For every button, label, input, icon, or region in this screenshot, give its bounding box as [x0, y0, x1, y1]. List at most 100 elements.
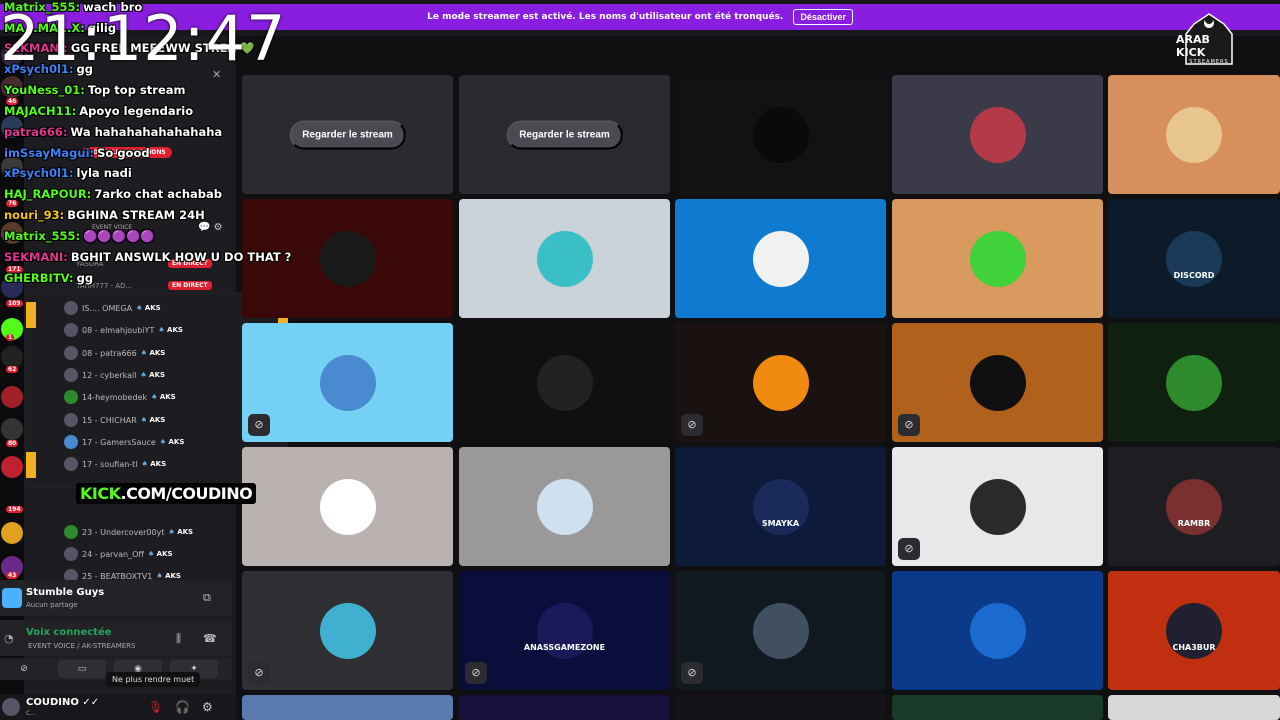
chat-message: SEKMANIBGHIT ANSWLK HOW U DO THAT ? — [4, 250, 291, 264]
participant-tile[interactable] — [892, 571, 1103, 690]
watch-stream-button[interactable]: Regarder le stream — [289, 120, 406, 149]
voice-member[interactable]: 23 - Undercover00ytAKS — [64, 523, 193, 541]
settings-gear-icon[interactable]: ⚙ — [202, 700, 213, 714]
participant-tile[interactable]: ⊘ — [675, 571, 886, 690]
video-off-icon[interactable]: ⊘ — [4, 660, 44, 678]
avatar[interactable] — [2, 698, 20, 716]
participant-tile[interactable]: ANASSGAMEZONE ⊘ — [459, 571, 670, 690]
chat-text: gg — [76, 271, 94, 285]
member-tag: AKS — [142, 460, 166, 468]
screen-share-button[interactable]: ▭ — [58, 660, 106, 678]
noise-suppression-icon[interactable]: ⫼ — [176, 632, 181, 646]
chat-message: HAJ_RAPOUR7arko chat achabab — [4, 187, 222, 201]
voice-member[interactable]: 15 - CHICHAR AKS — [64, 411, 165, 429]
participant-tile[interactable]: CHA3BUR — [1108, 571, 1280, 690]
participant-tile[interactable] — [892, 75, 1103, 194]
signal-icon[interactable]: ◔ — [4, 632, 14, 645]
participant-tile[interactable]: ⊘ — [892, 447, 1103, 566]
participant-tile[interactable] — [459, 695, 670, 720]
chat-message: imSsayMaguiSo good — [4, 146, 150, 160]
member-name: 12 - cyberkall — [82, 370, 137, 380]
voice-member[interactable]: 24 - parvan_Off AKS — [64, 545, 173, 563]
participant-tile[interactable] — [675, 199, 886, 318]
participant-tile[interactable] — [459, 199, 670, 318]
kick-channel-link: KICK.COM/COUDINO — [76, 483, 257, 504]
voice-connected-label[interactable]: Voix connectée — [26, 627, 112, 638]
participant-tile[interactable]: ⊘ — [242, 571, 453, 690]
avatar — [969, 602, 1026, 659]
watch-stream-button[interactable]: Regarder le stream — [506, 120, 623, 149]
kick-prefix: KICK — [80, 484, 121, 503]
participant-tile[interactable]: Regarder le stream — [459, 75, 670, 194]
chat-username: MAJACH11 — [4, 104, 76, 118]
participant-tile[interactable] — [675, 75, 886, 194]
chat-username: HAJ_RAPOUR — [4, 187, 91, 201]
avatar-caption: CHA3BUR — [1172, 643, 1216, 652]
participant-tile[interactable]: ⊘ — [242, 323, 453, 442]
screen-share-icon[interactable]: ⧉ — [203, 591, 211, 605]
disconnect-icon[interactable]: ☎ — [203, 632, 217, 645]
member-tag: AKS — [148, 550, 173, 558]
avatar — [64, 301, 78, 315]
participant-tile[interactable]: ⊘ — [675, 323, 886, 442]
participant-tile[interactable]: Regarder le stream — [242, 75, 453, 194]
mic-muted-icon[interactable]: 🎙 — [148, 700, 163, 714]
participant-tile[interactable] — [242, 695, 453, 720]
avatar — [64, 547, 78, 561]
muted-mic-icon: ⊘ — [681, 662, 703, 684]
voice-member[interactable]: 08 - patra666 AKS — [64, 344, 165, 362]
server-badge: 109 — [6, 300, 23, 307]
participant-tile[interactable] — [892, 199, 1103, 318]
chat-text: Apoyo legendario — [79, 104, 194, 118]
voice-member[interactable]: 14-heymobedekAKS — [64, 388, 176, 406]
member-tag: AKS — [156, 572, 181, 580]
participant-tile[interactable]: DISCORD — [1108, 199, 1280, 318]
server-icon[interactable] — [1, 456, 23, 478]
participant-tile[interactable] — [675, 695, 886, 720]
avatar — [969, 230, 1026, 287]
server-icon[interactable] — [1, 418, 23, 440]
voice-member[interactable]: 12 - cyberkallAKS — [64, 366, 165, 384]
participant-tile[interactable] — [459, 323, 670, 442]
activity-title: Stumble Guys — [26, 587, 105, 598]
chat-text: BGHIT ANSWLK HOW U DO THAT ? — [70, 250, 292, 264]
voice-member[interactable]: 08 - elmahjoubiYTAKS — [64, 321, 183, 339]
user-status: C... — [26, 710, 36, 717]
participant-tile[interactable] — [1108, 75, 1280, 194]
avatar — [752, 602, 809, 659]
member-tag: AKS — [168, 528, 193, 536]
disable-streamer-mode-button[interactable]: Désactiver — [793, 9, 853, 25]
voice-member[interactable]: 17 - soufian-tl AKS — [64, 455, 166, 473]
participant-tile[interactable] — [242, 447, 453, 566]
member-tag: AKS — [140, 371, 165, 379]
member-tag: AKS — [141, 349, 165, 357]
participant-tile[interactable] — [892, 695, 1103, 720]
channel-actions-icon[interactable]: 💬 ⚙ — [198, 222, 223, 233]
participant-tile[interactable]: RAMBR — [1108, 447, 1280, 566]
voice-member[interactable]: IS.... OMEGAAKS — [64, 299, 161, 317]
arab-kick-streamers-logo: ARAB KICK STREAMERS — [1176, 10, 1242, 66]
participant-tile[interactable] — [459, 447, 670, 566]
participant-tile[interactable]: ⊘ — [892, 323, 1103, 442]
participant-tile[interactable] — [1108, 323, 1280, 442]
chat-message: GHERBITVgg — [4, 271, 93, 285]
participant-tile[interactable] — [1108, 695, 1280, 720]
server-icon[interactable] — [1, 386, 23, 408]
server-icon[interactable] — [1, 346, 23, 368]
chat-text: So good — [97, 146, 150, 160]
user-panel: COUDINO ✓✓ C... 🎙 🎧 ⚙ — [0, 694, 236, 720]
chat-text: lyla nadi — [76, 166, 132, 180]
member-tag: AKS — [151, 393, 176, 401]
headphones-icon[interactable]: 🎧 — [175, 700, 190, 714]
avatar — [64, 457, 78, 471]
member-tag: AKS — [158, 326, 183, 334]
avatar — [64, 435, 78, 449]
server-icon[interactable] — [1, 522, 23, 544]
voice-member[interactable]: 17 - GamersSauce AKS — [64, 433, 184, 451]
server-badge: 76 — [6, 200, 19, 207]
avatar — [969, 478, 1026, 535]
server-badge: 43 — [6, 572, 19, 579]
participant-tile[interactable]: SMAYKA — [675, 447, 886, 566]
muted-mic-icon: ⊘ — [248, 662, 270, 684]
kick-suffix: .COM/COUDINO — [120, 484, 253, 503]
